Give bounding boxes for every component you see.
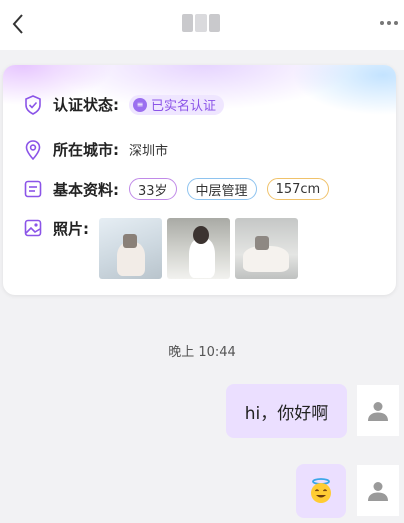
profile-card[interactable]: 认证状态: ≡ 已实名认证 所在城市: 深圳市 基本资料: 33岁 中层管理 1… [3,65,396,295]
photos-row: 照片: [23,218,298,279]
chat-header [0,0,404,50]
height-tag: 157cm [266,178,330,200]
id-card-icon: ≡ [133,97,147,112]
photo-gallery [99,218,298,279]
message-bubble-outgoing-emoji[interactable] [296,464,346,518]
more-button[interactable] [378,12,404,34]
back-button[interactable] [6,10,30,38]
shield-check-icon [23,94,43,115]
verified-badge-text: 已实名认证 [151,99,217,114]
city-row: 所在城市: 深圳市 [23,139,168,160]
city-label: 所在城市: [53,141,119,159]
message-bubble-outgoing[interactable]: hi，你好啊 [226,384,347,438]
image-icon [23,218,43,238]
more-dots-icon [380,21,384,25]
basic-info-row: 基本资料: 33岁 中层管理 157cm [23,178,339,200]
user-icon [368,401,388,421]
profile-photo[interactable] [167,218,230,279]
verified-badge: ≡ 已实名认证 [129,94,225,115]
verification-row: 认证状态: ≡ 已实名认证 [23,94,225,115]
smiling-halo-emoji-icon [311,478,331,503]
occupation-tag: 中层管理 [186,178,257,200]
city-value: 深圳市 [129,144,169,159]
profile-photo[interactable] [235,218,298,279]
profile-photo[interactable] [99,218,162,279]
location-pin-icon [23,139,43,160]
message-timestamp: 晚上 10:44 [168,345,236,360]
avatar[interactable] [357,465,399,516]
document-icon [23,179,43,199]
verification-label: 认证状态: [53,96,119,114]
basic-info-label: 基本资料: [53,180,119,199]
user-icon [368,481,388,501]
avatar[interactable] [357,385,399,436]
photos-label: 照片: [53,220,89,238]
chevron-left-icon [12,14,23,34]
age-tag: 33岁 [129,178,177,200]
contact-name-obscured [182,14,220,32]
